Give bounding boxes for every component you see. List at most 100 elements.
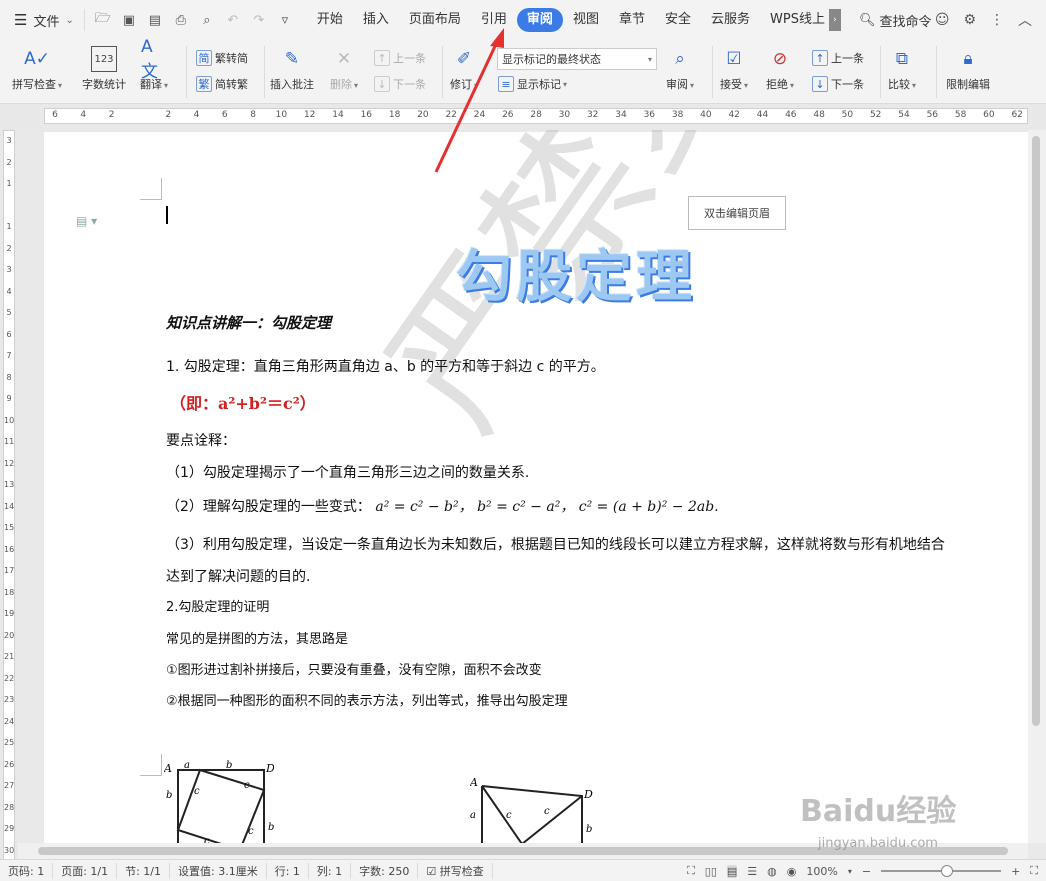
ruler-tick: 50 (841, 110, 854, 120)
outline-view-icon[interactable]: ☰ (747, 865, 757, 878)
file-menu[interactable]: ☰ 文件 ⌄ (0, 0, 84, 40)
document-canvas[interactable]: ▤ ▾ 双击编辑页眉 严禁复制 勾股定理 知识点讲解一：勾股定理 1. 勾股定理… (18, 130, 1028, 843)
print-icon[interactable]: ⎙ (171, 10, 191, 30)
tab-insert[interactable]: 插入 (353, 8, 399, 32)
fig-label: c (194, 786, 200, 797)
tab-page-layout[interactable]: 页面布局 (399, 8, 471, 32)
hamburger-icon: ☰ (14, 11, 28, 29)
track-changes-button[interactable]: ✐ 修订 ▾ (450, 46, 478, 92)
prev-change-button[interactable]: ↑ 上一条 (812, 50, 864, 66)
zoom-slider-knob[interactable] (941, 865, 954, 877)
vertical-scrollbar[interactable] (1028, 130, 1046, 843)
spell-check-label: 拼写检查 (12, 78, 56, 91)
vertical-ruler[interactable]: 3 2 1 1 2 3 4 5 6 7 8 9 10 11 12 13 14 15 16 17 18 19 20 21 22 23… (0, 130, 18, 860)
horizontal-ruler[interactable]: 6 4 2 2 4 6 8 10 12 14 16 18 20 22 24 26 28 30 32 34 36 38 40 4… (0, 104, 1046, 130)
edit-header-button[interactable]: 双击编辑页眉 (688, 196, 786, 230)
collapse-ribbon-icon[interactable]: ︿ (1018, 10, 1032, 30)
status-spell-check[interactable]: ☑ 拼写检查 (418, 862, 493, 879)
fit-window-icon[interactable]: ⛶ (1030, 864, 1038, 878)
export-pdf-icon[interactable]: ▤ (145, 10, 165, 30)
show-markup-icon: ≡ (498, 76, 514, 92)
insert-comment-button[interactable]: ✎ 插入批注 (270, 46, 314, 92)
baidu-url: jingyan.baidu.com (818, 836, 938, 851)
restrict-edit-button[interactable]: 🔒︎ 限制编辑 (946, 46, 990, 92)
page-view-icon[interactable]: ▤ (726, 864, 738, 878)
simp-to-trad-button[interactable]: 繁简转繁 (196, 76, 248, 92)
redo-icon[interactable]: ↷ (249, 10, 269, 30)
scroll-thumb[interactable] (1032, 136, 1040, 726)
ruler-tick: 11 (4, 437, 15, 446)
trad-to-simp-button[interactable]: 简繁转简 (196, 50, 248, 66)
open-folder-icon[interactable]: 🗁 (93, 10, 113, 30)
translate-button[interactable]: A文 翻译 ▾ (140, 37, 168, 92)
tab-references[interactable]: 引用 (471, 8, 517, 32)
ruler-tick: 2 (165, 110, 172, 120)
zoom-slider[interactable] (881, 865, 1002, 877)
status-row[interactable]: 行: 1 (267, 862, 309, 879)
status-column[interactable]: 列: 1 (309, 862, 352, 879)
more-options-icon[interactable]: ⋮ (990, 12, 1004, 28)
compare-label: 比较 (888, 78, 910, 91)
zoom-in-icon[interactable]: + (1011, 865, 1020, 878)
restrict-edit-label: 限制编辑 (946, 78, 990, 91)
tab-wps-online[interactable]: WPS线上 (760, 8, 829, 32)
fullscreen-icon[interactable]: ⛶ (687, 864, 695, 878)
zoom-level[interactable]: 100% (806, 865, 837, 878)
status-setting[interactable]: 设置值: 3.1厘米 (170, 862, 267, 879)
search-icon: 🔍︎ (858, 12, 876, 28)
prev-comment-button[interactable]: ↑ 上一条 (374, 50, 426, 66)
ruler-tick: 20 (417, 110, 429, 120)
tab-review[interactable]: 审阅 (516, 8, 563, 32)
formula: （即：a²+b²＝c²） (170, 394, 316, 413)
accept-button[interactable]: ☑ 接受 ▾ (720, 46, 748, 92)
word-count-button[interactable]: 123 字数统计 (82, 46, 126, 92)
eye-protection-icon[interactable]: ◉ (787, 865, 797, 878)
ruler-strip (3, 130, 15, 860)
document-page[interactable]: ▤ ▾ 双击编辑页眉 严禁复制 勾股定理 知识点讲解一：勾股定理 1. 勾股定理… (44, 130, 1028, 843)
next-change-button[interactable]: ↓ 下一条 (812, 76, 864, 92)
divider (442, 46, 443, 98)
print-preview-icon[interactable]: ⌕ (197, 10, 217, 30)
customize-dropdown-icon[interactable]: ▿ (275, 10, 295, 30)
zoom-out-icon[interactable]: − (862, 865, 871, 878)
ruler-tick: 2 (6, 243, 12, 253)
settings-icon[interactable]: ⚙ (963, 12, 976, 28)
fig-label: b (268, 822, 274, 833)
display-mode-select[interactable]: 显示标记的最终状态 ▾ (497, 48, 657, 70)
word-count-icon: 123 (91, 46, 117, 72)
ruler-tick: 14 (4, 501, 15, 511)
command-search[interactable]: 🔍︎ 查找命令 (859, 11, 932, 30)
tab-home[interactable]: 开始 (307, 8, 353, 32)
ruler-tick: 6 (52, 110, 58, 120)
read-mode-icon[interactable]: ▯▯ (705, 865, 717, 878)
ruler-tick: 16 (4, 544, 15, 554)
zoom-dropdown-icon[interactable]: ▾ (848, 867, 852, 876)
status-section[interactable]: 节: 1/1 (117, 862, 171, 879)
paragraph: （3）利用勾股定理，当设定一条直角边长为未知数后，根据题目已知的线段长可以建立方… (166, 537, 945, 553)
delete-comment-button[interactable]: ✕ 删除 ▾ (330, 46, 358, 92)
compare-button[interactable]: ⧉ 比较 ▾ (888, 46, 916, 92)
status-pages[interactable]: 页面: 1/1 (53, 862, 118, 879)
tab-view[interactable]: 视图 (563, 8, 609, 32)
tab-cloud[interactable]: 云服务 (701, 8, 760, 32)
paragraph: 要点诠释： (166, 433, 236, 449)
feedback-icon[interactable]: ☺ (935, 12, 950, 28)
review-pane-button[interactable]: ⌕ 审阅 ▾ (666, 46, 694, 92)
undo-icon[interactable]: ↶ (223, 10, 243, 30)
more-tabs-icon[interactable]: › (828, 9, 841, 31)
document-options-icon[interactable]: ▤ ▾ (76, 214, 97, 228)
status-word-count[interactable]: 字数: 250 (351, 862, 419, 879)
tab-security[interactable]: 安全 (655, 8, 701, 32)
save-icon[interactable]: ▣ (119, 10, 139, 30)
tab-chapter[interactable]: 章节 (609, 8, 655, 32)
web-view-icon[interactable]: ◍ (767, 865, 777, 878)
reject-button[interactable]: ⊘ 拒绝 ▾ (766, 46, 794, 92)
fig-label: b (586, 824, 592, 835)
spell-check-button[interactable]: A✓ 拼写检查 ▾ (12, 46, 62, 92)
show-markup-button[interactable]: ≡ 显示标记 ▾ (498, 76, 567, 92)
ruler-tick: 16 (360, 110, 373, 120)
next-comment-button[interactable]: ↓ 下一条 (374, 76, 426, 92)
ruler-tick: 42 (728, 110, 740, 120)
status-page-number[interactable]: 页码: 1 (0, 862, 54, 879)
spell-check-icon: A✓ (24, 49, 50, 69)
